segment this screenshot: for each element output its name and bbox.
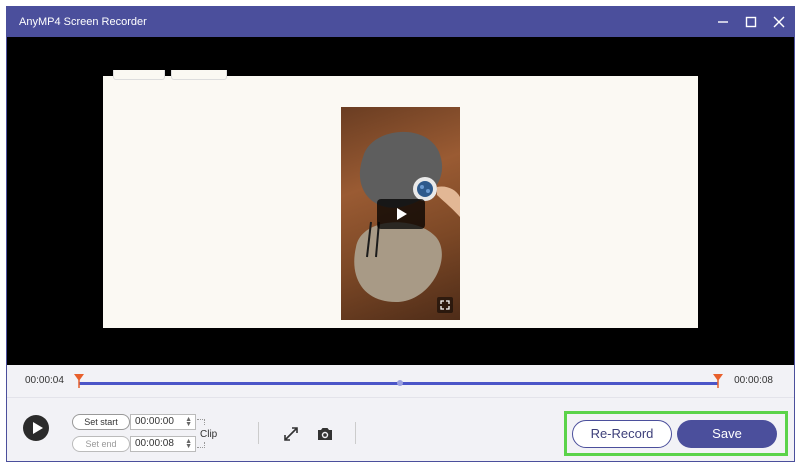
- trim-end-handle[interactable]: [713, 374, 723, 388]
- play-icon[interactable]: [23, 415, 49, 441]
- timeline: 00:00:04 00:00:08: [7, 365, 794, 397]
- end-time-value: 00:00:08: [135, 438, 174, 449]
- end-time-field[interactable]: 00:00:08 ▲ ▼: [130, 436, 196, 452]
- timeline-end-time: 00:00:08: [734, 375, 773, 386]
- timeline-start-time: 00:00:04: [25, 375, 64, 386]
- rerecord-button[interactable]: Re-Record: [572, 420, 672, 448]
- controls-bar: Set start 00:00:00 ▲ ▼ Set end 00:00:08 ▲…: [7, 397, 794, 461]
- page-tab: [113, 70, 165, 80]
- set-start-button[interactable]: Set start: [72, 414, 130, 430]
- save-button[interactable]: Save: [677, 420, 777, 448]
- video-play-button[interactable]: [377, 199, 425, 229]
- clip-label: Clip: [200, 429, 218, 440]
- app-window: AnyMP4 Screen Recorder 00:00:04 00:00:08…: [6, 6, 795, 462]
- clip-bracket-top: [197, 419, 205, 425]
- stepper-icon[interactable]: ▲ ▼: [185, 416, 192, 428]
- stepper-icon[interactable]: ▲ ▼: [185, 438, 192, 450]
- page-tab: [171, 70, 227, 80]
- camera-icon[interactable]: [316, 425, 334, 443]
- maximize-icon[interactable]: [740, 12, 762, 32]
- divider: [258, 422, 259, 444]
- window-title: AnyMP4 Screen Recorder: [19, 16, 147, 28]
- divider: [355, 422, 356, 444]
- fullscreen-icon[interactable]: [437, 297, 453, 313]
- recorded-page: [103, 70, 698, 328]
- video-thumbnail: [341, 107, 460, 320]
- clip-bracket-bottom: [197, 442, 205, 448]
- set-end-button[interactable]: Set end: [72, 436, 130, 452]
- close-icon[interactable]: [768, 12, 790, 32]
- minimize-icon[interactable]: [712, 12, 734, 32]
- start-time-field[interactable]: 00:00:00 ▲ ▼: [130, 414, 196, 430]
- start-time-value: 00:00:00: [135, 416, 174, 427]
- trim-start-handle[interactable]: [74, 374, 84, 388]
- expand-icon[interactable]: [282, 425, 300, 443]
- title-bar: AnyMP4 Screen Recorder: [7, 7, 794, 37]
- playhead[interactable]: [397, 380, 403, 386]
- recording-preview: [7, 37, 794, 365]
